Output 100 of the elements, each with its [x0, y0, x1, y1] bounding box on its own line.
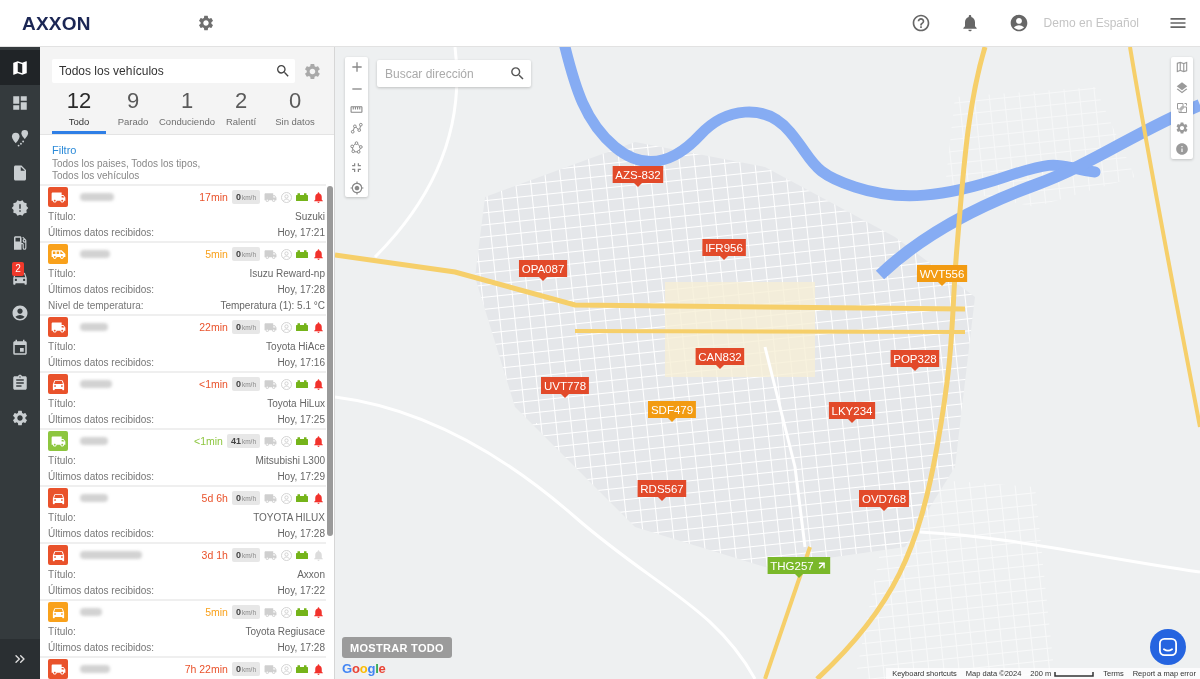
truck-icon: [264, 605, 277, 619]
blurred-plate: [80, 323, 108, 331]
fuel-pump-icon: [11, 233, 29, 252]
settings-icon[interactable]: [196, 14, 215, 32]
blurred-plate: [80, 437, 108, 445]
map-nav-button[interactable]: [0, 50, 40, 85]
blurred-plate: [80, 193, 114, 201]
detail-value: Isuzu Reward-np: [249, 267, 325, 279]
status-tab[interactable]: 9 Parado: [106, 89, 160, 134]
info-icon[interactable]: [1175, 142, 1189, 156]
battery-icon: [296, 323, 308, 331]
detail-value: Hoy, 17:28: [277, 641, 325, 653]
polygon-icon[interactable]: [350, 141, 363, 154]
person-icon: [281, 606, 292, 618]
status-tab[interactable]: 0 Sin datos: [268, 89, 322, 134]
truck-icon: [264, 434, 277, 448]
scrollbar-thumb[interactable]: [327, 186, 333, 536]
blurred-plate: [80, 665, 110, 673]
truck-icon: [264, 320, 277, 334]
detail-label: Últimos datos recibidos:: [48, 470, 155, 482]
overlapping-squares-icon[interactable]: [1176, 102, 1188, 114]
status-tab[interactable]: 1 Conduciendo: [160, 89, 214, 134]
battery-icon: [296, 494, 308, 502]
blurred-plate: [80, 380, 112, 388]
person-icon: [281, 378, 292, 390]
truck-icon: [264, 190, 277, 204]
detail-value: Hoy, 17:28: [277, 283, 325, 295]
settings-icon[interactable]: [1175, 121, 1189, 135]
detail-value: Hoy, 17:25: [277, 413, 325, 425]
search-icon: [275, 63, 292, 79]
person-icon: [281, 321, 292, 333]
detail-label: Últimos datos recibidos:: [48, 413, 155, 425]
calendar-icon: [11, 338, 29, 357]
detail-value: Hoy, 17:29: [277, 470, 325, 482]
layers-icon[interactable]: [1175, 81, 1189, 95]
time-since-update: 5d 6h: [201, 492, 228, 504]
search-icon[interactable]: [509, 65, 526, 82]
chat-button[interactable]: [1150, 629, 1186, 665]
detail-label: Últimos datos recibidos:: [48, 527, 155, 539]
vehicles-nav-button[interactable]: 2: [0, 260, 40, 295]
detail-label: Título:: [48, 210, 76, 222]
truck-icon: [264, 491, 277, 505]
detail-value: Temperatura (1): 5.1 °C: [220, 299, 325, 311]
person-icon: [281, 549, 292, 561]
blurred-plate: [80, 250, 110, 258]
detail-label: Título:: [48, 340, 76, 352]
detail-value: Hoy, 17:16: [277, 356, 325, 368]
detail-label: Título:: [48, 568, 76, 580]
address-search-field[interactable]: Buscar dirección: [377, 60, 531, 87]
detail-label: Últimos datos recibidos:: [48, 356, 155, 368]
detail-label: Título:: [48, 454, 76, 466]
expand-sidebar-button[interactable]: [0, 639, 40, 679]
map-icon: [11, 58, 29, 77]
person-icon: [281, 492, 292, 504]
document-icon: [11, 163, 29, 182]
user-icon: [11, 303, 29, 322]
battery-icon: [296, 380, 308, 388]
vehicle-search-field[interactable]: Todos los vehículos: [52, 59, 296, 83]
battery-icon: [296, 551, 308, 559]
detail-label: Nivel de temperatura:: [48, 299, 144, 311]
detail-value: Hoy, 17:22: [277, 584, 325, 596]
battery-icon: [296, 608, 308, 616]
help-icon[interactable]: [910, 13, 931, 33]
detail-value: Hoy, 17:28: [277, 527, 325, 539]
time-since-update: 3d 1h: [201, 549, 228, 561]
truck-icon: [264, 247, 277, 261]
time-since-update: 7h 22min: [184, 663, 228, 675]
detail-value: Hoy, 17:21: [277, 226, 325, 238]
map-pins-icon: [11, 128, 29, 147]
account-icon[interactable]: [1008, 13, 1029, 33]
detail-value: Mitsubishi L300: [255, 454, 325, 466]
detail-label: Título:: [48, 267, 76, 279]
time-since-update: <1min: [194, 435, 223, 447]
shrink-icon[interactable]: [349, 160, 364, 175]
battery-icon: [296, 665, 308, 673]
detail-value: Axxon: [297, 568, 325, 580]
ruler-icon[interactable]: [350, 103, 363, 116]
battery-icon: [296, 437, 308, 445]
blurred-plate: [80, 608, 102, 616]
map-provider-logo: Google: [342, 661, 386, 676]
filter-link[interactable]: Filtro: [52, 144, 77, 157]
filter-summary: Todos los paises, Todos los tipos, Todos los vehículos: [52, 158, 202, 181]
polyline-icon[interactable]: [350, 122, 363, 135]
alert-badge-icon: [11, 198, 29, 217]
status-tab[interactable]: 2 Ralentí: [214, 89, 268, 134]
person-icon: [281, 248, 292, 260]
person-icon: [281, 663, 292, 675]
person-icon: [281, 435, 292, 447]
dashboard-icon: [11, 93, 29, 112]
battery-icon: [296, 250, 308, 258]
detail-label: Últimos datos recibidos:: [48, 584, 155, 596]
truck-icon: [264, 662, 277, 676]
map-icon[interactable]: [1175, 60, 1189, 74]
detail-value: TOYOTA HILUX: [253, 511, 325, 523]
time-since-update: 5min: [205, 248, 228, 260]
detail-value: Toyota Regiusace: [245, 625, 325, 637]
truck-icon: [264, 377, 277, 391]
detail-label: Título:: [48, 625, 76, 637]
settings-icon: [11, 408, 29, 427]
locate-icon[interactable]: [349, 181, 364, 195]
